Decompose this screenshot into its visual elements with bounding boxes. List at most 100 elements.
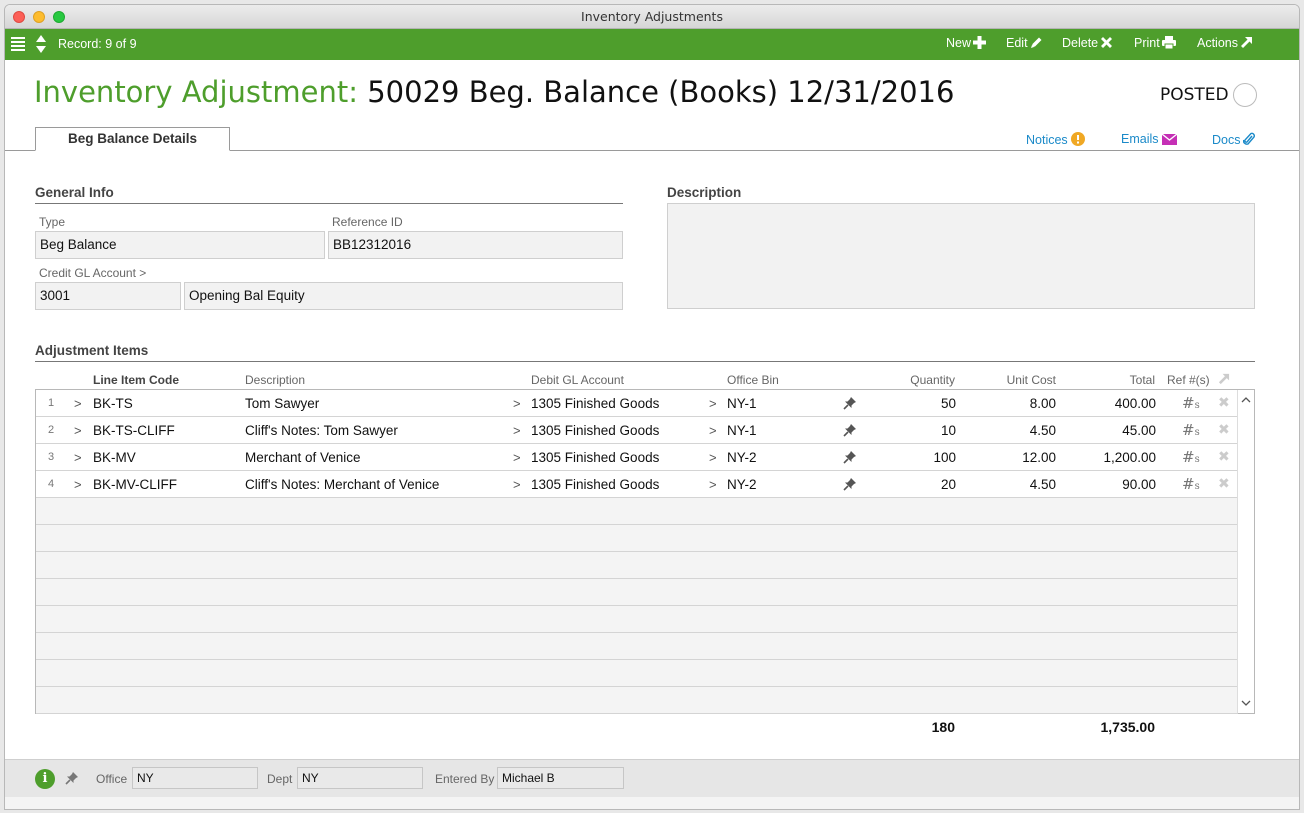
new-button[interactable]: New [946, 36, 987, 50]
chevron-right-icon[interactable]: > [709, 450, 717, 465]
ref-numbers-icon[interactable]: #s [1182, 448, 1200, 466]
edit-label: Edit [1006, 36, 1028, 50]
line-item-code[interactable]: BK-TS [93, 396, 133, 411]
table-row[interactable]: 1 > BK-TS Tom Sawyer >1305 Finished Goods > NY… [36, 390, 1238, 417]
minimize-window-button[interactable] [33, 11, 45, 23]
line-item-code[interactable]: BK-TS-CLIFF [93, 423, 175, 438]
line-description[interactable]: Merchant of Venice [245, 450, 361, 465]
print-label: Print [1134, 36, 1160, 50]
unit-cost[interactable]: 4.50 [996, 423, 1056, 438]
docs-link[interactable]: Docs [1212, 132, 1256, 147]
chevron-right-icon[interactable]: > [513, 423, 521, 438]
scroll-down-icon[interactable] [1241, 698, 1251, 708]
unit-cost[interactable]: 4.50 [996, 477, 1056, 492]
empty-table-row[interactable] [36, 687, 1238, 714]
adjustment-items-heading: Adjustment Items [35, 343, 149, 358]
debit-gl-account[interactable]: 1305 Finished Goods [531, 396, 659, 411]
col-ref-numbers: Ref #(s) [1167, 373, 1210, 387]
chevron-right-icon[interactable]: > [74, 450, 82, 465]
line-description[interactable]: Cliff's Notes: Tom Sawyer [245, 423, 398, 438]
empty-table-row[interactable] [36, 552, 1238, 579]
office-bin[interactable]: NY-1 [727, 423, 757, 438]
actions-button[interactable]: Actions [1197, 36, 1253, 50]
close-window-button[interactable] [13, 11, 25, 23]
ref-numbers-icon[interactable]: #s [1182, 394, 1200, 412]
edit-button[interactable]: Edit [1006, 36, 1043, 50]
office-bin[interactable]: NY-2 [727, 450, 757, 465]
line-total: 1,200.00 [1103, 450, 1156, 465]
credit-gl-name-field[interactable]: Opening Bal Equity [184, 282, 623, 310]
empty-table-row[interactable] [36, 498, 1238, 525]
table-row[interactable]: 2 > BK-TS-CLIFF Cliff's Notes: Tom Sawyer >1… [36, 417, 1238, 444]
pin-icon[interactable] [843, 477, 857, 491]
remove-row-icon[interactable]: ✖ [1218, 475, 1230, 492]
credit-gl-account-link[interactable]: Credit GL Account > [39, 266, 146, 280]
emails-link[interactable]: Emails [1121, 132, 1177, 146]
chevron-right-icon[interactable]: > [709, 477, 717, 492]
print-button[interactable]: Print [1134, 36, 1176, 50]
remove-row-icon[interactable]: ✖ [1218, 421, 1230, 438]
quantity[interactable]: 20 [896, 477, 956, 492]
chevron-right-icon[interactable]: > [74, 396, 82, 411]
chevron-right-icon[interactable]: > [513, 396, 521, 411]
entered-by-field[interactable]: Michael B [497, 767, 624, 789]
tab-beg-balance-details[interactable]: Beg Balance Details [35, 127, 230, 151]
scroll-up-icon[interactable] [1241, 395, 1251, 405]
office-field[interactable]: NY [132, 767, 258, 789]
empty-table-row[interactable] [36, 579, 1238, 606]
pin-icon[interactable] [65, 771, 79, 785]
delete-button[interactable]: Delete [1062, 36, 1113, 50]
pin-icon[interactable] [843, 396, 857, 410]
arrow-out-icon [1241, 37, 1252, 48]
type-field[interactable]: Beg Balance [35, 231, 325, 259]
quantity[interactable]: 10 [896, 423, 956, 438]
pin-icon[interactable] [843, 450, 857, 464]
unit-cost[interactable]: 8.00 [996, 396, 1056, 411]
remove-row-icon[interactable]: ✖ [1218, 448, 1230, 465]
quantity[interactable]: 50 [896, 396, 956, 411]
actions-label: Actions [1197, 36, 1238, 50]
quantity[interactable]: 100 [896, 450, 956, 465]
expand-arrow-icon[interactable] [1218, 373, 1230, 385]
info-icon[interactable]: i [35, 769, 55, 789]
maximize-window-button[interactable] [53, 11, 65, 23]
posted-status-toggle[interactable] [1233, 83, 1257, 107]
table-row[interactable]: 3 > BK-MV Merchant of Venice >1305 Finished … [36, 444, 1238, 471]
chevron-right-icon[interactable]: > [513, 450, 521, 465]
chevron-right-icon[interactable]: > [709, 423, 717, 438]
notices-link[interactable]: Notices [1026, 132, 1085, 147]
empty-table-row[interactable] [36, 525, 1238, 552]
empty-table-row[interactable] [36, 660, 1238, 687]
debit-gl-account[interactable]: 1305 Finished Goods [531, 450, 659, 465]
total-amount: 1,735.00 [1100, 719, 1156, 735]
ref-numbers-icon[interactable]: #s [1182, 475, 1200, 493]
chevron-right-icon[interactable]: > [513, 477, 521, 492]
chevron-right-icon[interactable]: > [709, 396, 717, 411]
record-navigation-icon[interactable] [35, 34, 47, 54]
line-description[interactable]: Cliff's Notes: Merchant of Venice [245, 477, 439, 492]
line-description[interactable]: Tom Sawyer [245, 396, 319, 411]
pin-icon[interactable] [843, 423, 857, 437]
table-row[interactable]: 4 > BK-MV-CLIFF Cliff's Notes: Merchant of … [36, 471, 1238, 498]
chevron-right-icon[interactable]: > [74, 423, 82, 438]
line-item-code[interactable]: BK-MV [93, 450, 136, 465]
line-item-code[interactable]: BK-MV-CLIFF [93, 477, 177, 492]
office-bin[interactable]: NY-1 [727, 396, 757, 411]
hamburger-menu-icon[interactable] [11, 37, 25, 51]
debit-gl-account[interactable]: 1305 Finished Goods [531, 477, 659, 492]
debit-gl-account[interactable]: 1305 Finished Goods [531, 423, 659, 438]
empty-table-row[interactable] [36, 633, 1238, 660]
unit-cost[interactable]: 12.00 [996, 450, 1056, 465]
chevron-right-icon[interactable]: > [74, 477, 82, 492]
remove-row-icon[interactable]: ✖ [1218, 394, 1230, 411]
grid-scrollbar[interactable] [1237, 390, 1254, 713]
dept-field[interactable]: NY [297, 767, 423, 789]
ref-numbers-icon[interactable]: #s [1182, 421, 1200, 439]
office-bin[interactable]: NY-2 [727, 477, 757, 492]
description-textarea[interactable] [667, 203, 1255, 309]
reference-id-field[interactable]: BB12312016 [328, 231, 623, 259]
credit-gl-code-field[interactable]: 3001 [35, 282, 181, 310]
window-bottom-strip [5, 797, 1299, 809]
empty-table-row[interactable] [36, 606, 1238, 633]
row-number: 2 [48, 424, 55, 436]
